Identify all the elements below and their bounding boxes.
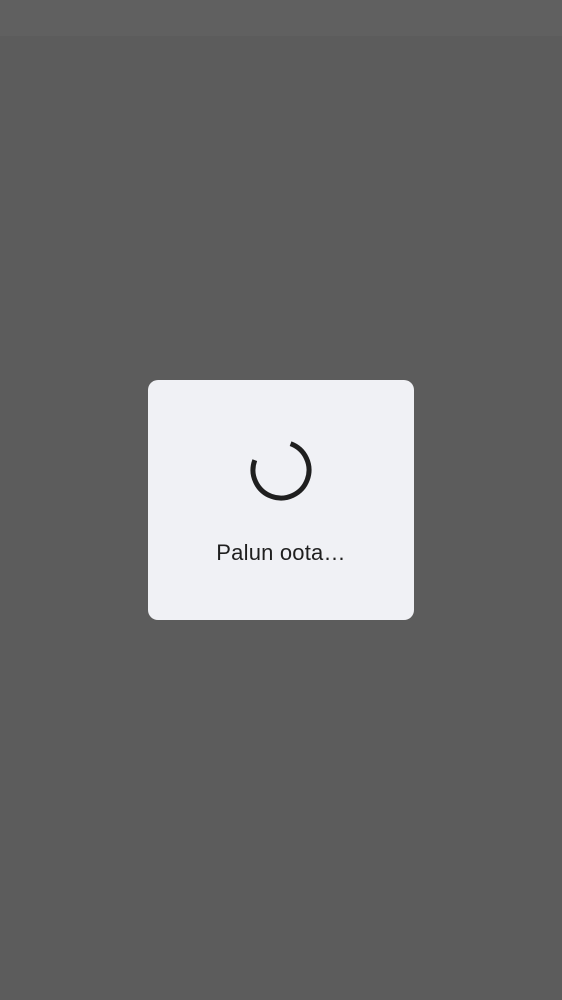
progress-dialog: Palun oota… [148,380,414,620]
dialog-message: Palun oota… [216,540,346,565]
status-bar-area [0,0,562,36]
progress-spinner-icon [250,439,312,501]
